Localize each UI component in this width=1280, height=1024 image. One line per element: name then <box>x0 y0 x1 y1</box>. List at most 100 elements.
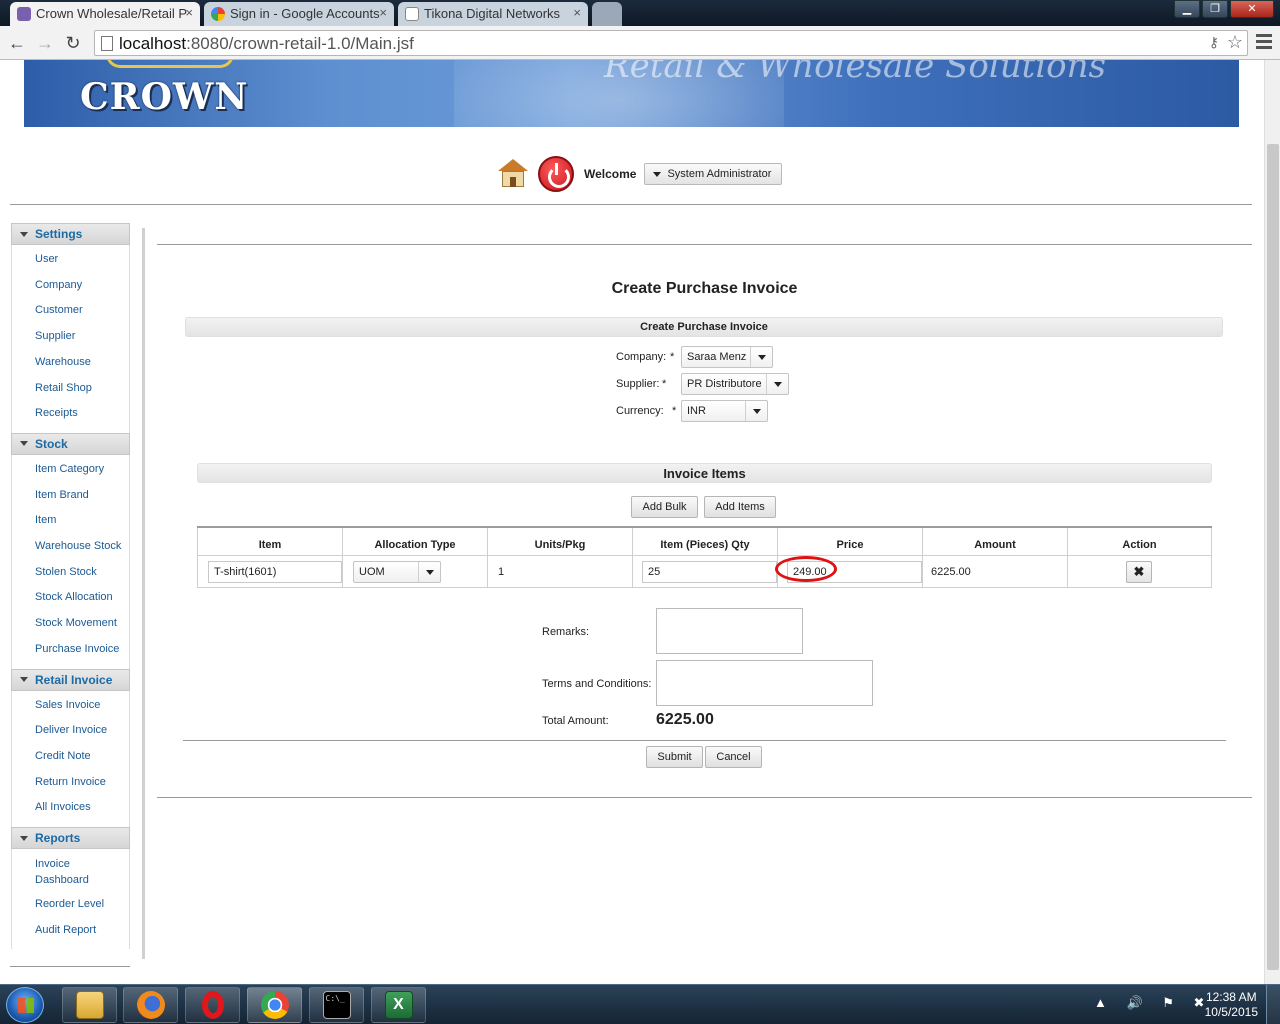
tab-title: Sign in - Google Accounts <box>230 6 380 21</box>
taskbar-explorer[interactable] <box>62 987 117 1023</box>
sidebar-item-user[interactable]: User <box>12 247 129 273</box>
sidebar-item-company[interactable]: Company <box>12 273 129 299</box>
qty-input[interactable]: 25 <box>642 561 777 583</box>
panel-header-retail-invoice[interactable]: Retail Invoice <box>11 668 130 691</box>
sidebar-item-item-category[interactable]: Item Category <box>12 457 129 483</box>
company-select[interactable]: Saraa Menz <box>681 346 773 368</box>
header-divider <box>10 204 1252 205</box>
terms-textarea[interactable] <box>656 660 873 706</box>
bookmark-star-icon[interactable]: ☆ <box>1227 32 1243 53</box>
sidebar-item-warehouse[interactable]: Warehouse <box>12 350 129 376</box>
cancel-button[interactable]: Cancel <box>705 746 762 768</box>
sidebar-item-receipts[interactable]: Receipts <box>12 401 129 427</box>
sidebar-item-sales-invoice[interactable]: Sales Invoice <box>12 693 129 719</box>
panel-header-stock[interactable]: Stock <box>11 432 130 455</box>
form-footer-divider <box>183 740 1226 741</box>
user-menu-label: System Administrator <box>667 168 772 180</box>
company-select-value: Saraa Menz <box>687 351 747 363</box>
reload-icon[interactable]: ↻ <box>62 32 84 54</box>
panel-header-settings[interactable]: Settings <box>11 223 130 245</box>
page-scrollbar[interactable] <box>1264 60 1280 984</box>
amount-value: 6225.00 <box>931 566 971 578</box>
remarks-label: Remarks: <box>542 626 590 638</box>
taskbar-chrome[interactable] <box>247 987 302 1023</box>
allocation-type-select[interactable]: UOM <box>353 561 441 583</box>
sidebar-item-audit-report[interactable]: Audit Report <box>12 918 129 944</box>
delete-row-button[interactable]: ✖ <box>1126 561 1152 583</box>
tab-crown-retail[interactable]: Crown Wholesale/Retail P × <box>10 2 200 26</box>
taskbar-firefox[interactable] <box>123 987 178 1023</box>
tab-close-icon[interactable]: × <box>379 5 387 20</box>
user-bar: Welcome System Administrator <box>496 156 783 192</box>
header-banner: CROWN Retail & Wholesale Solutions <box>24 60 1239 127</box>
panel-body-reports: Invoice Dashboard Reorder Level Audit Re… <box>11 849 130 950</box>
show-desktop-button[interactable] <box>1266 985 1280 1024</box>
taskbar-opera[interactable] <box>185 987 240 1023</box>
chevron-down-icon <box>20 231 28 237</box>
home-icon[interactable] <box>496 157 530 191</box>
system-tray: ▲ 🔊 ⚑ ✖ 12:38 AM 10/5/2015 <box>1090 985 1280 1024</box>
tab-tikona[interactable]: Tikona Digital Networks × <box>398 2 588 26</box>
panel-header-reports[interactable]: Reports <box>11 827 130 850</box>
clock[interactable]: 12:38 AM 10/5/2015 <box>1205 990 1258 1020</box>
required-marker: * <box>672 405 677 417</box>
item-input[interactable]: T-shirt(1601) <box>208 561 342 583</box>
table-row: T-shirt(1601) UOM 1 25 249.00 6225.00 ✖ <box>197 556 1212 588</box>
invoice-items-table: Item Allocation Type Units/Pkg Item (Pie… <box>197 526 1212 588</box>
sidebar-item-deliver-invoice[interactable]: Deliver Invoice <box>12 718 129 744</box>
column-header-allocation-type: Allocation Type <box>342 528 487 555</box>
sidebar-item-stock-allocation[interactable]: Stock Allocation <box>12 585 129 611</box>
add-items-button[interactable]: Add Items <box>704 496 776 518</box>
chevron-down-icon <box>745 401 767 421</box>
sidebar-item-stock-movement[interactable]: Stock Movement <box>12 611 129 637</box>
scrollbar-thumb[interactable] <box>1267 144 1279 970</box>
window-controls: ▁ ❐ ✕ <box>1174 0 1274 18</box>
taskbar-excel[interactable]: X <box>371 987 426 1023</box>
tray-icons[interactable]: ▲ 🔊 ⚑ ✖ <box>1094 995 1212 1011</box>
sidebar-item-return-invoice[interactable]: Return Invoice <box>12 770 129 796</box>
key-icon[interactable]: ⚷ <box>1209 34 1219 51</box>
form-section-header: Create Purchase Invoice <box>185 317 1223 337</box>
chevron-down-icon <box>20 441 28 447</box>
sidebar-item-invoice-dashboard[interactable]: Invoice Dashboard <box>12 851 129 892</box>
banner-tagline: Retail & Wholesale Solutions <box>604 60 1106 86</box>
window-close-button[interactable]: ✕ <box>1230 0 1274 18</box>
currency-select[interactable]: INR <box>681 400 768 422</box>
sidebar-item-item-brand[interactable]: Item Brand <box>12 483 129 509</box>
sidebar-item-purchase-invoice[interactable]: Purchase Invoice <box>12 637 129 663</box>
submit-button[interactable]: Submit <box>646 746 703 768</box>
address-bar[interactable]: localhost:8080/crown-retail-1.0/Main.jsf… <box>94 30 1248 56</box>
browser-toolbar: ← → ↻ localhost:8080/crown-retail-1.0/Ma… <box>0 26 1280 60</box>
sidebar-item-all-invoices[interactable]: All Invoices <box>12 795 129 821</box>
sidebar-item-warehouse-stock[interactable]: Warehouse Stock <box>12 534 129 560</box>
browser-menu-icon[interactable] <box>1256 34 1272 50</box>
supplier-select-value: PR Distributore <box>687 378 762 390</box>
sidebar-item-reorder-level[interactable]: Reorder Level <box>12 892 129 918</box>
start-button[interactable] <box>6 987 44 1023</box>
sidebar-item-retail-shop[interactable]: Retail Shop <box>12 376 129 402</box>
sidebar-item-supplier[interactable]: Supplier <box>12 324 129 350</box>
add-bulk-button[interactable]: Add Bulk <box>631 496 698 518</box>
sidebar-item-credit-note[interactable]: Credit Note <box>12 744 129 770</box>
welcome-label: Welcome <box>584 167 637 181</box>
new-tab-button[interactable] <box>592 2 622 26</box>
sidebar-item-stolen-stock[interactable]: Stolen Stock <box>12 560 129 586</box>
panel-title: Retail Invoice <box>35 672 113 687</box>
sidebar-item-item[interactable]: Item <box>12 508 129 534</box>
logout-power-icon[interactable] <box>538 156 574 192</box>
tab-close-icon[interactable]: × <box>185 5 193 20</box>
minimize-button[interactable]: ▁ <box>1174 0 1200 18</box>
forward-arrow-icon[interactable]: → <box>34 32 56 54</box>
maximize-button[interactable]: ❐ <box>1202 0 1228 18</box>
page-icon <box>101 36 113 51</box>
sidebar-splitter[interactable] <box>142 228 145 959</box>
back-arrow-icon[interactable]: ← <box>6 32 28 54</box>
tab-close-icon[interactable]: × <box>573 5 581 20</box>
sidebar-item-customer[interactable]: Customer <box>12 298 129 324</box>
chevron-down-icon <box>20 677 28 683</box>
remarks-textarea[interactable] <box>656 608 803 654</box>
supplier-select[interactable]: PR Distributore <box>681 373 789 395</box>
user-menu-button[interactable]: System Administrator <box>644 163 783 185</box>
taskbar-cmd[interactable]: C:\_ <box>309 987 364 1023</box>
tab-google-signin[interactable]: Sign in - Google Accounts × <box>204 2 394 26</box>
